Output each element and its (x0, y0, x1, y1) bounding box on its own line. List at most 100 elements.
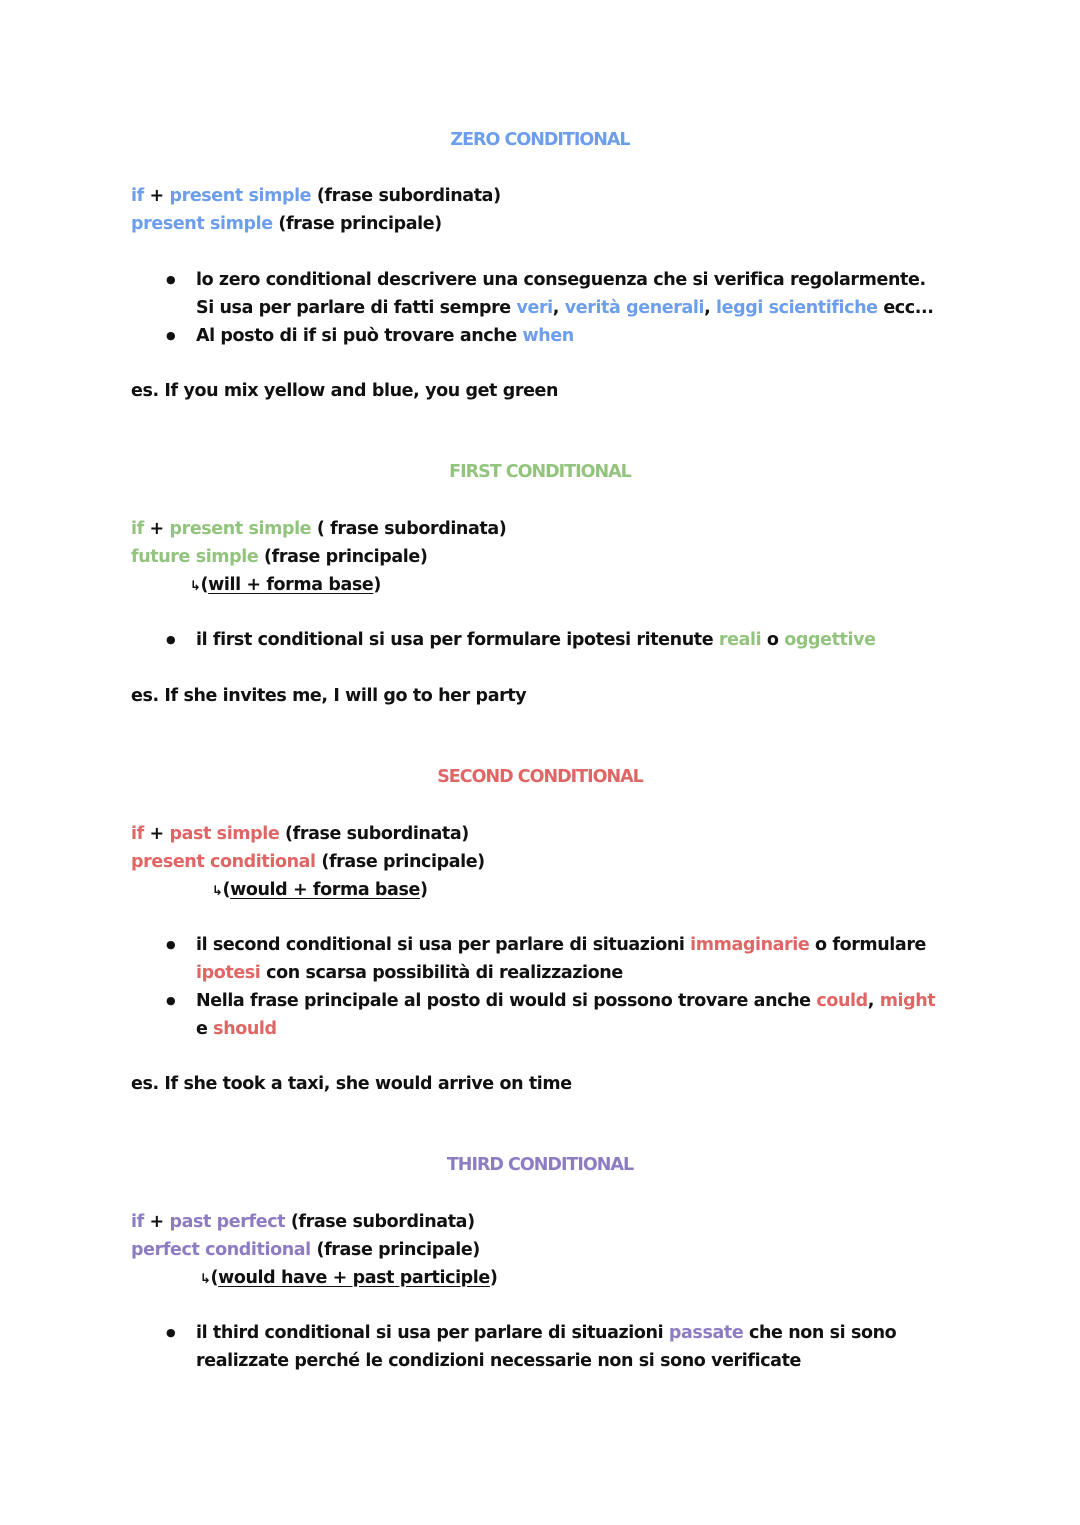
bullet-icon: ● (166, 938, 176, 951)
third-structure-line-2: perfect conditional (frase principale) (131, 1236, 480, 1264)
highlighted-term: reali (718, 630, 762, 650)
text-span: Si usa per parlare di fatti sempre (196, 298, 517, 318)
bullet-icon: ● (166, 994, 176, 1007)
text-span: realizzate perché le condizioni necessar… (196, 1351, 802, 1371)
paren-open: ( (200, 575, 209, 595)
highlighted-term: could (816, 991, 868, 1011)
paren-close: ) (489, 1268, 498, 1288)
bullet-icon: ● (166, 1326, 176, 1339)
text-span: , (867, 991, 880, 1011)
text-span: il third conditional si usa per parlare … (196, 1323, 669, 1343)
highlighted-term: might (879, 991, 936, 1011)
bullet-text-line: e should (196, 1015, 277, 1043)
highlighted-term: leggi scientifiche (716, 298, 878, 318)
tense-label: present simple (169, 186, 312, 206)
highlighted-term: immaginarie (690, 935, 810, 955)
bullet-text-line: il second conditional si usa per parlare… (196, 931, 926, 959)
bullet-text-line: ipotesi con scarsa possibilità di realiz… (196, 959, 623, 987)
highlighted-term: should (213, 1019, 277, 1039)
plus-sign: + (143, 519, 170, 539)
tense-label: present simple (169, 519, 312, 539)
if-keyword: if (131, 1212, 144, 1232)
second-conditional-heading: SECOND CONDITIONAL (437, 767, 644, 787)
text-span: , (552, 298, 565, 318)
tense-label: present conditional (131, 852, 316, 872)
bullet-icon: ● (166, 329, 176, 342)
text-span: , (704, 298, 717, 318)
second-formula: ↳(would + forma base) (212, 876, 428, 906)
highlighted-term: passate (668, 1323, 744, 1343)
tense-label: present simple (131, 214, 273, 234)
formula-text: would + forma base (230, 880, 420, 900)
highlighted-term: verità generali (564, 298, 705, 318)
document-page: ZERO CONDITIONAL if + present simple (fr… (0, 0, 1080, 1525)
clause-note: (frase principale) (315, 852, 485, 872)
paren-open: ( (222, 880, 231, 900)
text-span: con scarsa possibilità di realizzazione (260, 963, 623, 983)
clause-note: (frase principale) (272, 214, 442, 234)
tense-label: future simple (131, 547, 259, 567)
bullet-text-line: Nella frase principale al posto di would… (196, 987, 936, 1015)
if-keyword: if (131, 186, 144, 206)
first-formula: ↳(will + forma base) (190, 571, 381, 601)
highlighted-term: ipotesi (196, 963, 261, 983)
clause-note: (frase subordinata) (285, 1212, 475, 1232)
bullet-text-line: lo zero conditional descrivere una conse… (196, 266, 926, 294)
text-span: che non si sono (743, 1323, 897, 1343)
text-span: lo zero conditional descrivere una conse… (196, 270, 926, 290)
if-keyword: if (131, 519, 144, 539)
third-formula: ↳(would have + past participle) (200, 1264, 498, 1294)
paren-close: ) (373, 575, 381, 595)
tense-label: past perfect (169, 1212, 286, 1232)
text-span: e (196, 1019, 214, 1039)
text-span: Al posto di if si può trovare anche (196, 326, 523, 346)
zero-conditional-heading: ZERO CONDITIONAL (450, 130, 630, 150)
clause-note: ( frase subordinata) (311, 519, 507, 539)
clause-note: (frase subordinata) (311, 186, 501, 206)
bullet-icon: ● (166, 273, 176, 286)
if-keyword: if (131, 824, 144, 844)
highlighted-term: when (522, 326, 575, 346)
plus-sign: + (143, 1212, 170, 1232)
zero-example: es. If you mix yellow and blue, you get … (131, 381, 559, 401)
text-span: o (761, 630, 785, 650)
first-conditional-heading: FIRST CONDITIONAL (449, 462, 632, 482)
text-span: Nella frase principale al posto di would… (196, 991, 817, 1011)
plus-sign: + (143, 186, 170, 206)
bullet-text-line: Al posto di if si può trovare anche when (196, 322, 574, 350)
text-span: il second conditional si usa per parlare… (196, 935, 691, 955)
first-example: es. If she invites me, I will go to her … (131, 686, 527, 706)
clause-note: (frase principale) (258, 547, 428, 567)
text-span: ecc... (877, 298, 934, 318)
plus-sign: + (143, 824, 170, 844)
tense-label: past simple (169, 824, 280, 844)
zero-structure-line-1: if + present simple (frase subordinata) (131, 182, 501, 210)
zero-structure-line-2: present simple (frase principale) (131, 210, 442, 238)
second-structure-line-2: present conditional (frase principale) (131, 848, 485, 876)
bullet-text-line: realizzate perché le condizioni necessar… (196, 1347, 801, 1375)
third-conditional-heading: THIRD CONDITIONAL (446, 1155, 634, 1175)
text-span: o formulare (809, 935, 927, 955)
second-structure-line-1: if + past simple (frase subordinata) (131, 820, 469, 848)
bullet-text-line: il third conditional si usa per parlare … (196, 1319, 897, 1347)
tense-label: perfect conditional (131, 1240, 311, 1260)
formula-text: will + forma base (208, 575, 374, 595)
highlighted-term: veri (516, 298, 553, 318)
clause-note: (frase principale) (310, 1240, 480, 1260)
formula-text: would have + past participle (218, 1268, 490, 1288)
first-structure-line-1: if + present simple ( frase subordinata) (131, 515, 507, 543)
arrow-icon: ↳ (200, 1272, 211, 1287)
third-structure-line-1: if + past perfect (frase subordinata) (131, 1208, 475, 1236)
clause-note: (frase subordinata) (279, 824, 469, 844)
highlighted-term: oggettive (784, 630, 876, 650)
paren-close: ) (419, 880, 428, 900)
arrow-icon: ↳ (190, 579, 201, 594)
first-structure-line-2: future simple (frase principale) (131, 543, 428, 571)
arrow-icon: ↳ (212, 884, 223, 899)
bullet-text-line: Si usa per parlare di fatti sempre veri,… (196, 294, 934, 322)
bullet-text-line: il first conditional si usa per formular… (196, 626, 876, 654)
paren-open: ( (210, 1268, 219, 1288)
bullet-icon: ● (166, 633, 176, 646)
text-span: il first conditional si usa per formular… (196, 630, 719, 650)
second-example: es. If she took a taxi, she would arrive… (131, 1074, 572, 1094)
